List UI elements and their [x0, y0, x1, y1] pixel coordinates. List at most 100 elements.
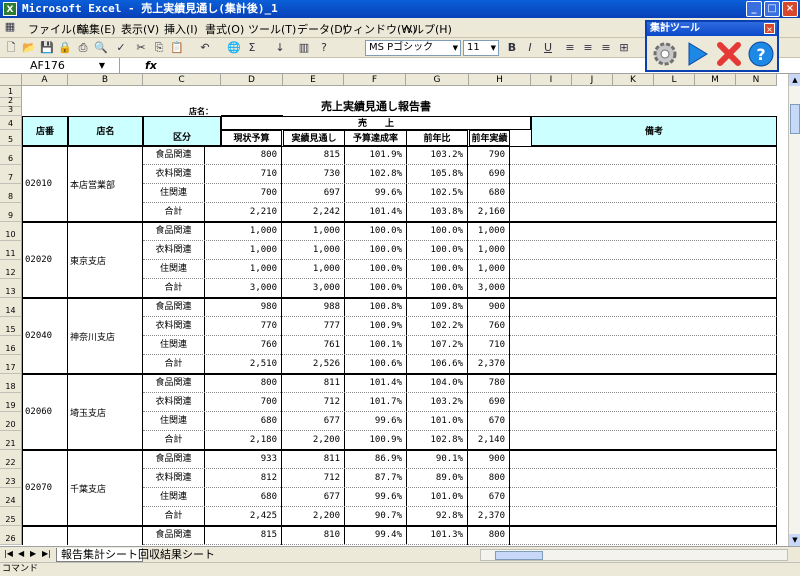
close-button[interactable]: × [782, 1, 798, 17]
italic-icon[interactable]: I [522, 40, 538, 56]
hyperlink-icon[interactable]: 🌐 [226, 40, 242, 56]
spelling-icon[interactable]: ✓ [113, 40, 129, 56]
menu-data[interactable]: データ(D) [297, 21, 347, 37]
column-header-a[interactable]: A [22, 74, 68, 86]
close-icon[interactable]: × [764, 23, 775, 34]
value-cell-budget: 700 [221, 184, 282, 203]
bold-icon[interactable]: B [504, 40, 520, 56]
menu-format[interactable]: 書式(O) [205, 21, 244, 37]
row-header-25[interactable]: 25 [0, 507, 22, 526]
row-header-23[interactable]: 23 [0, 469, 22, 488]
row-header-8[interactable]: 8 [0, 184, 22, 203]
print-icon[interactable]: ⎙ [75, 40, 91, 56]
copy-icon[interactable]: ⎘ [151, 40, 167, 56]
last-sheet-icon[interactable]: ▶| [42, 549, 51, 558]
merge-center-icon[interactable]: ⊞ [616, 40, 632, 56]
cancel-x-icon[interactable] [715, 40, 743, 68]
row-header-21[interactable]: 21 [0, 431, 22, 450]
column-header-e[interactable]: E [283, 74, 344, 86]
scroll-up-icon[interactable]: ▲ [789, 74, 800, 86]
column-header-m[interactable]: M [695, 74, 736, 86]
next-sheet-icon[interactable]: ▶ [30, 549, 36, 558]
column-header-d[interactable]: D [221, 74, 283, 86]
align-left-icon[interactable]: ≡ [562, 40, 578, 56]
align-center-icon[interactable]: ≡ [580, 40, 596, 56]
sort-ascending-icon[interactable]: ↓ [272, 40, 288, 56]
cut-icon[interactable]: ✂ [133, 40, 149, 56]
menu-help[interactable]: ヘルプ(H) [402, 21, 452, 37]
first-sheet-icon[interactable]: |◀ [4, 549, 13, 558]
new-icon[interactable]: 🗋 [3, 40, 19, 56]
settings-gear-icon[interactable] [651, 40, 679, 68]
menu-view[interactable]: 表示(V) [121, 21, 159, 37]
tab-collection-result[interactable]: 回収結果シート [134, 548, 219, 562]
column-header-n[interactable]: N [736, 74, 777, 86]
column-header-g[interactable]: G [406, 74, 469, 86]
horizontal-scrollbar[interactable] [480, 549, 788, 561]
row-header-14[interactable]: 14 [0, 298, 22, 317]
chart-wizard-icon[interactable]: ▥ [296, 40, 312, 56]
row-header-17[interactable]: 17 [0, 355, 22, 374]
menu-tools[interactable]: ツール(T) [248, 21, 296, 37]
select-all-corner[interactable] [0, 74, 22, 86]
column-header-l[interactable]: L [654, 74, 695, 86]
row-header-13[interactable]: 13 [0, 279, 22, 298]
font-size-select[interactable]: 11 ▼ [463, 40, 499, 56]
underline-icon[interactable]: U [540, 40, 556, 56]
paste-icon[interactable]: 📋 [169, 40, 185, 56]
value-cell-budget: 1,000 [221, 260, 282, 279]
column-header-h[interactable]: H [469, 74, 531, 86]
column-header-b[interactable]: B [68, 74, 143, 86]
store-code-cell [22, 526, 68, 545]
row-header-9[interactable]: 9 [0, 203, 22, 222]
undo-icon[interactable]: ↶ [197, 40, 213, 56]
row-header-4[interactable]: 4 [0, 116, 22, 130]
value-cell-yoy: 101.0% [406, 488, 468, 507]
fx-label[interactable]: fx [145, 58, 157, 73]
spreadsheet-grid[interactable]: A B C D E F G H I J K L M N 1 2 3 4 5 6 7 8 9 10 11 12 13 14 15 16 17 1… [0, 74, 788, 546]
menu-insert[interactable]: 挿入(I) [164, 21, 198, 37]
minimize-button[interactable]: _ [746, 1, 762, 17]
row-header-19[interactable]: 19 [0, 393, 22, 412]
row-header-5[interactable]: 5 [0, 130, 22, 146]
scroll-thumb[interactable] [790, 104, 800, 134]
column-header-j[interactable]: J [572, 74, 613, 86]
menu-edit[interactable]: 編集(E) [78, 21, 116, 37]
maximize-button[interactable]: □ [764, 1, 780, 17]
scroll-down-icon[interactable]: ▼ [789, 534, 800, 546]
permission-icon[interactable]: 🔒 [57, 40, 73, 56]
column-header-i[interactable]: I [531, 74, 572, 86]
row-header-7[interactable]: 7 [0, 165, 22, 184]
row-header-11[interactable]: 11 [0, 241, 22, 260]
column-header-f[interactable]: F [344, 74, 406, 86]
print-preview-icon[interactable]: 🔍 [93, 40, 109, 56]
open-icon[interactable]: 📂 [21, 40, 37, 56]
autosum-icon[interactable]: Σ [244, 40, 260, 56]
column-header-c[interactable]: C [143, 74, 221, 86]
column-header-k[interactable]: K [613, 74, 654, 86]
tab-report-summary[interactable]: 報告集計シート [56, 548, 143, 562]
row-header-12[interactable]: 12 [0, 260, 22, 279]
help-icon[interactable]: ? [316, 40, 332, 56]
help-question-icon[interactable]: ? [747, 40, 775, 68]
workbook-icon[interactable]: ▦ [2, 19, 18, 35]
align-right-icon[interactable]: ≡ [598, 40, 614, 56]
row-header-22[interactable]: 22 [0, 450, 22, 469]
row-header-16[interactable]: 16 [0, 336, 22, 355]
value-cell-rate: 100.9% [344, 431, 407, 450]
name-box[interactable]: AF176 ▼ [2, 58, 120, 73]
vertical-scrollbar[interactable]: ▲ ▼ [788, 74, 800, 546]
row-header-10[interactable]: 10 [0, 222, 22, 241]
scroll-thumb[interactable] [495, 551, 543, 560]
row-header-18[interactable]: 18 [0, 374, 22, 393]
save-icon[interactable]: 💾 [39, 40, 55, 56]
row-header-24[interactable]: 24 [0, 488, 22, 507]
row-header-26[interactable]: 26 [0, 526, 22, 545]
run-play-icon[interactable] [683, 40, 711, 68]
row-header-3[interactable]: 3 [0, 105, 22, 116]
row-header-20[interactable]: 20 [0, 412, 22, 431]
row-header-6[interactable]: 6 [0, 146, 22, 165]
row-header-15[interactable]: 15 [0, 317, 22, 336]
prev-sheet-icon[interactable]: ◀ [18, 549, 24, 558]
font-name-select[interactable]: MS Pゴシック ▼ [365, 40, 461, 56]
